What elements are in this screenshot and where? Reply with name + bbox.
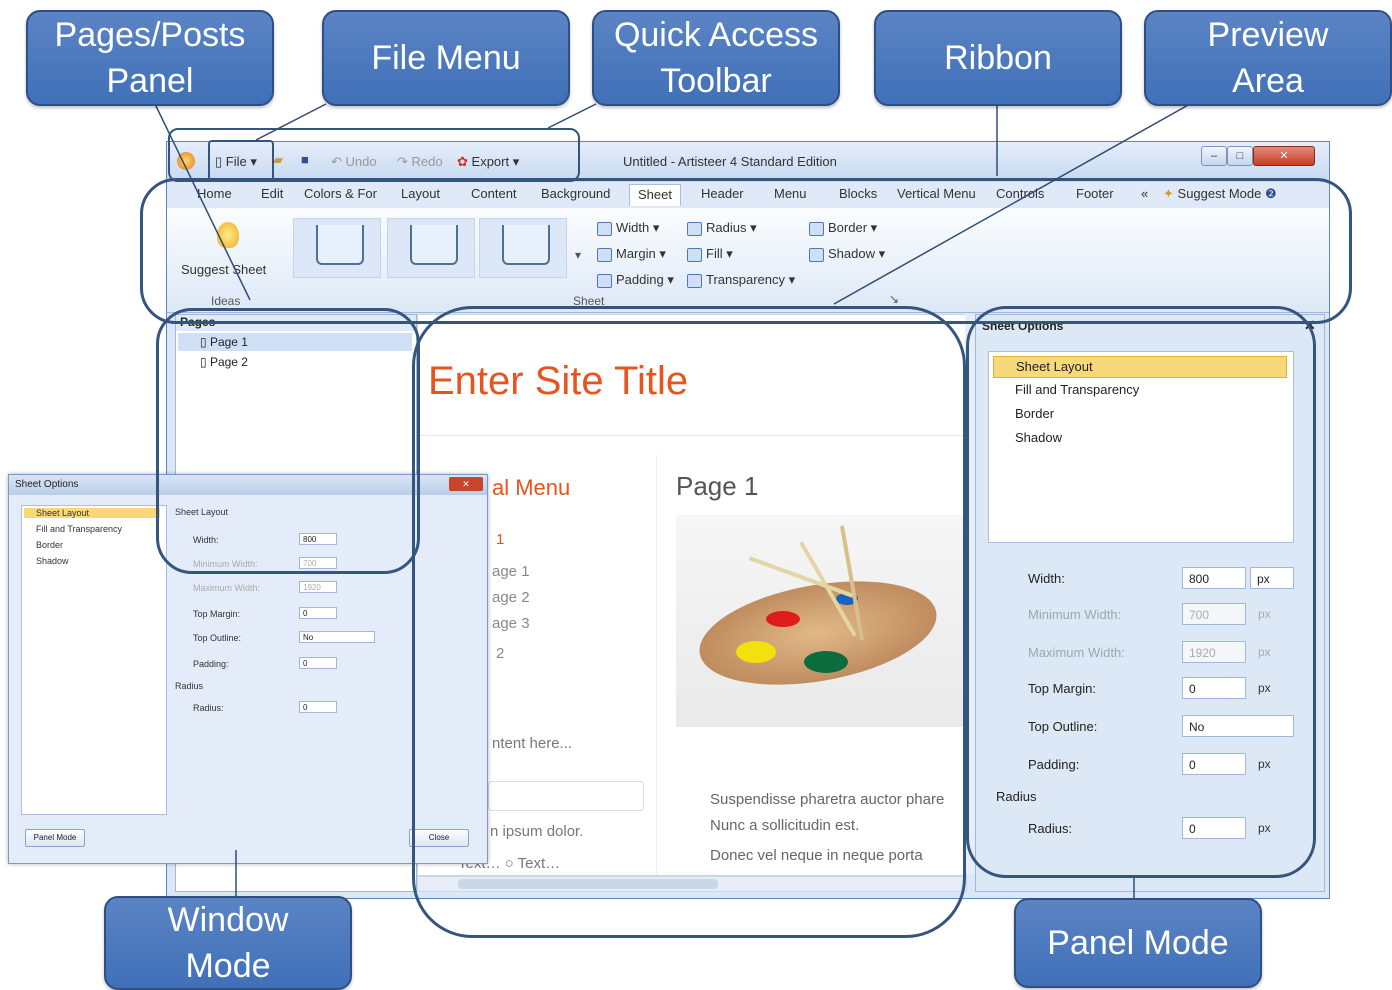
- preview-area-ring: [412, 306, 966, 938]
- list-item[interactable]: Fill and Transparency: [36, 524, 122, 534]
- wm-top-outline-label: Top Outline:: [193, 633, 242, 643]
- callout-file-menu: File Menu: [322, 10, 570, 106]
- callout-window-mode: Window Mode: [104, 896, 352, 990]
- file-menu-ring: [208, 140, 274, 182]
- wm-radius-field[interactable]: 0: [299, 701, 337, 713]
- callout-panel-mode-label: Panel Mode: [1047, 924, 1229, 962]
- wm-padding-field[interactable]: 0: [299, 657, 337, 669]
- callout-pages-posts-label: Pages/Posts Panel: [54, 16, 246, 100]
- callout-qat-label: Quick Access Toolbar: [613, 16, 819, 100]
- maximize-button[interactable]: □: [1227, 146, 1253, 166]
- callout-panel-mode: Panel Mode: [1014, 898, 1262, 988]
- panel-mode-ring: [966, 306, 1316, 878]
- callout-ribbon-label: Ribbon: [944, 39, 1052, 77]
- wm-max-width-field[interactable]: 1920: [299, 581, 337, 593]
- pages-panel-ring: [156, 308, 420, 574]
- minimize-button[interactable]: –: [1201, 146, 1227, 166]
- list-item[interactable]: Sheet Layout: [24, 508, 160, 518]
- callout-pages-posts-panel: Pages/Posts Panel: [26, 10, 274, 106]
- ribbon-ring: [140, 178, 1352, 324]
- list-item[interactable]: Shadow: [36, 556, 69, 566]
- list-item[interactable]: Border: [36, 540, 63, 550]
- wm-radius-label: Radius:: [193, 703, 224, 713]
- wm-top-outline-select[interactable]: No: [299, 631, 375, 643]
- close-window-button[interactable]: ✕: [1253, 146, 1315, 166]
- wm-top-margin-label: Top Margin:: [193, 609, 241, 619]
- callout-preview-label: Preview Area: [1207, 16, 1329, 100]
- window-title: Untitled - Artisteer 4 Standard Edition: [623, 154, 837, 169]
- callout-file-menu-label: File Menu: [371, 39, 521, 77]
- wm-radius-section: Radius: [175, 681, 204, 691]
- panel-mode-button[interactable]: Panel Mode: [25, 829, 85, 847]
- wm-top-margin-field[interactable]: 0: [299, 607, 337, 619]
- wm-padding-label: Padding:: [193, 659, 229, 669]
- callout-quick-access-toolbar: Quick Access Toolbar: [592, 10, 840, 106]
- wm-max-width-label: Maximum Width:: [193, 583, 261, 593]
- callout-ribbon: Ribbon: [874, 10, 1122, 106]
- callout-window-mode-label: Window Mode: [167, 901, 289, 985]
- callout-preview-area: Preview Area: [1144, 10, 1392, 106]
- wm-category-list: Sheet Layout Fill and Transparency Borde…: [21, 505, 167, 815]
